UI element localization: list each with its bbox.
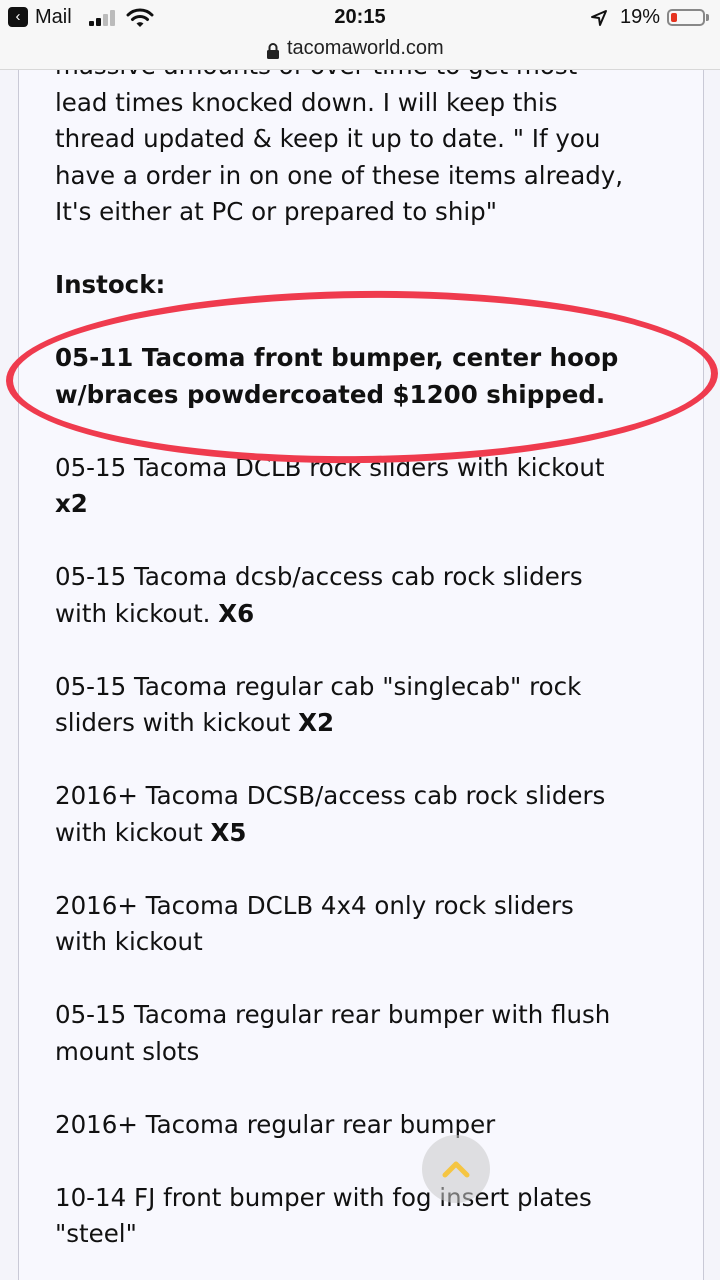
lock-icon: [267, 43, 279, 59]
url-text[interactable]: tacomaworld.com: [287, 37, 444, 60]
item-quantity: X6: [218, 598, 255, 628]
clock: 20:15: [334, 6, 386, 28]
battery-nub: [706, 14, 709, 21]
intro-line: have a order in on one of these items al…: [55, 160, 624, 190]
section-heading: Instock:: [55, 270, 166, 299]
list-item: sliders with kickout X2: [55, 708, 335, 737]
item-quantity: X5: [210, 817, 247, 847]
status-bar: ‹ Mail 20:15 19%: [0, 0, 720, 36]
list-item: 2016+ Tacoma DCLB 4x4 only rock sliders: [55, 890, 574, 920]
item-quantity: X2: [298, 708, 335, 737]
post-body: massive amounts of over time to get most…: [55, 70, 695, 1253]
post-content: massive amounts of over time to get most…: [18, 70, 704, 1280]
intro-line: It's either at PC or prepared to ship": [55, 197, 497, 226]
chevron-up-icon: [442, 1161, 470, 1178]
intro-line: massive amounts of over time to get most: [55, 70, 695, 85]
battery-percent: 19%: [620, 6, 661, 28]
item-quantity: x2: [55, 489, 88, 518]
list-item: with kickout. X6: [55, 598, 255, 628]
list-item: with kickout X5: [55, 817, 247, 847]
list-item: 2016+ Tacoma regular rear bumper: [55, 1109, 496, 1139]
battery-level-fill: [671, 13, 677, 22]
scroll-to-top-button[interactable]: [422, 1135, 490, 1203]
list-item: "steel": [55, 1219, 137, 1248]
address-bar[interactable]: tacomaworld.com: [0, 36, 720, 70]
battery-icon: [667, 9, 705, 26]
list-item: with kickout: [55, 927, 203, 956]
list-item: 05-15 Tacoma regular rear bumper with fl…: [55, 1000, 611, 1029]
list-item: mount slots: [55, 1036, 200, 1066]
list-item: 05-15 Tacoma regular cab "singlecab" roc…: [55, 671, 582, 701]
list-item: 05-15 Tacoma dcsb/access cab rock slider…: [55, 562, 583, 591]
location-arrow-icon: [591, 10, 607, 26]
list-item: 2016+ Tacoma DCSB/access cab rock slider…: [55, 781, 606, 810]
intro-line: thread updated & keep it up to date. " I…: [55, 124, 601, 153]
list-item: 10-14 FJ front bumper with fog insert pl…: [55, 1182, 592, 1212]
intro-line: lead times knocked down. I will keep thi…: [55, 87, 558, 117]
